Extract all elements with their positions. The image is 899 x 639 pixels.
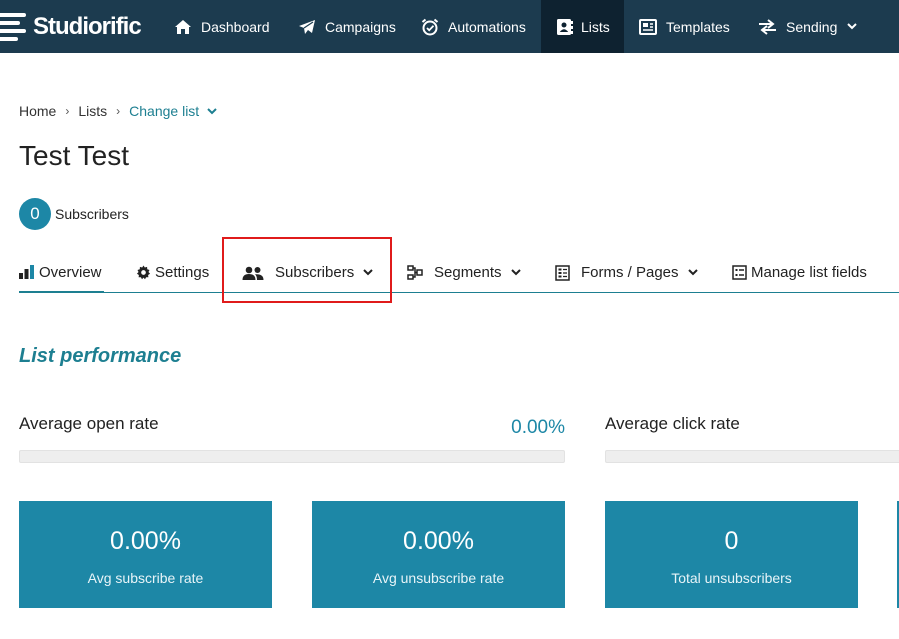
brand-name: Studiorific bbox=[33, 13, 142, 40]
fields-table-icon bbox=[732, 265, 747, 280]
exchange-arrows-icon bbox=[759, 18, 776, 35]
click-rate-label: Average click rate bbox=[605, 414, 740, 433]
subscriber-count-label: Subscribers bbox=[55, 206, 129, 222]
alarm-clock-icon bbox=[421, 18, 439, 35]
chevron-down-icon bbox=[207, 107, 217, 114]
nav-item-templates[interactable]: Templates bbox=[639, 0, 730, 53]
tab-label: Overview bbox=[39, 263, 102, 281]
nav-item-sending[interactable]: Sending bbox=[758, 0, 858, 53]
nav-label: Sending bbox=[786, 18, 838, 35]
segments-icon bbox=[407, 264, 423, 280]
tab-manage-list-fields[interactable]: Manage list fields bbox=[732, 253, 867, 292]
breadcrumb: Home › Lists › Change list bbox=[19, 102, 217, 120]
tab-settings[interactable]: Settings bbox=[136, 253, 209, 292]
breadcrumb-separator-icon: › bbox=[116, 104, 121, 118]
nav-label: Campaigns bbox=[325, 18, 396, 35]
stat-value: 0.00% bbox=[403, 527, 474, 555]
list-tabs: Overview Settings Subscribers Segments F… bbox=[19, 253, 899, 293]
newspaper-icon bbox=[639, 18, 657, 35]
chevron-down-icon bbox=[510, 269, 521, 276]
stat-card-unsubscribe-rate: 0.00% Avg unsubscribe rate bbox=[312, 501, 565, 608]
nav-label: Automations bbox=[448, 18, 526, 35]
paper-plane-icon bbox=[299, 19, 315, 34]
home-icon bbox=[175, 19, 191, 34]
stat-label: Avg unsubscribe rate bbox=[372, 570, 505, 586]
tab-overview[interactable]: Overview bbox=[19, 253, 104, 293]
tab-forms-pages[interactable]: Forms / Pages bbox=[555, 253, 698, 292]
chevron-down-icon bbox=[363, 269, 373, 276]
top-navigation-bar: Studiorific Dashboard Campaigns Automati… bbox=[0, 0, 899, 53]
form-icon bbox=[555, 264, 570, 281]
users-icon bbox=[242, 266, 264, 280]
tab-label: Subscribers bbox=[275, 264, 355, 281]
click-rate-progress-bar bbox=[605, 450, 899, 463]
address-book-icon bbox=[557, 18, 573, 35]
subscriber-count: 0 bbox=[19, 198, 51, 230]
breadcrumb-separator-icon: › bbox=[65, 104, 70, 118]
open-rate-progress-bar bbox=[19, 450, 565, 463]
stat-card-subscribe-rate: 0.00% Avg subscribe rate bbox=[19, 501, 272, 608]
breadcrumb-home[interactable]: Home bbox=[19, 103, 56, 119]
nav-item-lists[interactable]: Lists bbox=[541, 0, 624, 53]
tab-label: Forms / Pages bbox=[581, 264, 679, 281]
tab-label: Settings bbox=[155, 264, 210, 281]
subscriber-count-badge: 0 Subscribers bbox=[19, 198, 129, 230]
gear-icon bbox=[136, 265, 151, 280]
chevron-down-icon bbox=[687, 269, 698, 276]
chevron-down-icon bbox=[847, 23, 858, 30]
stat-value: 0.00% bbox=[110, 527, 181, 555]
stat-label: Total unsubscribers bbox=[671, 570, 792, 586]
open-rate-label: Average open rate bbox=[19, 414, 159, 433]
stat-label: Avg subscribe rate bbox=[87, 570, 204, 586]
nav-label: Lists bbox=[581, 18, 610, 35]
open-rate-value: 0.00% bbox=[511, 417, 565, 438]
page-title: Test Test bbox=[19, 140, 129, 171]
nav-label: Templates bbox=[666, 18, 730, 35]
breadcrumb-lists[interactable]: Lists bbox=[78, 103, 107, 119]
bar-chart-icon bbox=[19, 265, 34, 279]
nav-label: Dashboard bbox=[201, 18, 270, 35]
stat-value: 0 bbox=[724, 527, 739, 555]
section-title: List performance bbox=[19, 345, 182, 367]
logo-icon bbox=[0, 13, 26, 41]
tab-label: Manage list fields bbox=[751, 264, 867, 281]
tab-subscribers[interactable]: Subscribers bbox=[242, 253, 373, 292]
nav-item-automations[interactable]: Automations bbox=[421, 0, 526, 53]
tab-segments[interactable]: Segments bbox=[407, 253, 521, 292]
tab-label: Segments bbox=[434, 264, 502, 281]
stat-card-total-unsubscribers: 0 Total unsubscribers bbox=[605, 501, 858, 608]
change-list-dropdown[interactable]: Change list bbox=[129, 103, 217, 119]
nav-item-dashboard[interactable]: Dashboard bbox=[174, 0, 270, 53]
change-list-label: Change list bbox=[129, 103, 200, 119]
nav-item-campaigns[interactable]: Campaigns bbox=[298, 0, 396, 53]
